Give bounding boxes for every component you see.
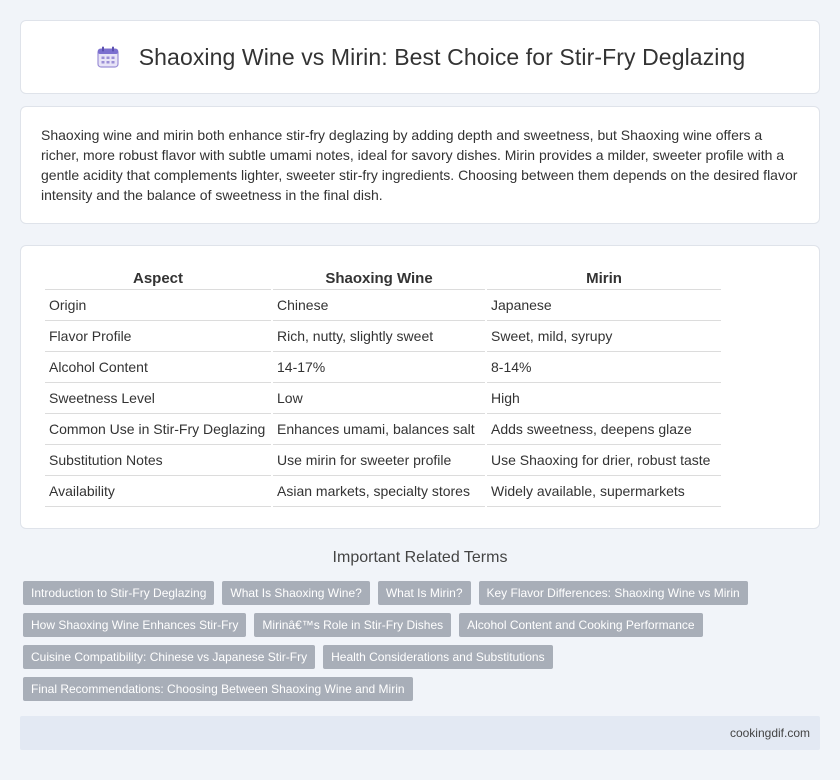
- cell-mirin: Japanese: [487, 290, 721, 321]
- page-title: Shaoxing Wine vs Mirin: Best Choice for …: [138, 43, 746, 70]
- related-terms-tags: Introduction to Stir-Fry Deglazing What …: [23, 581, 823, 709]
- header-mirin: Mirin: [487, 268, 721, 290]
- tag-link[interactable]: What Is Mirin?: [377, 581, 471, 605]
- tag-link[interactable]: Alcohol Content and Cooking Performance: [459, 613, 703, 637]
- cell-shaoxing: Enhances umami, balances salt: [273, 414, 485, 445]
- footer: cookingdif.com: [20, 716, 820, 750]
- cell-aspect: Sweetness Level: [45, 383, 271, 414]
- cell-aspect: Origin: [45, 290, 271, 321]
- cell-shaoxing: Low: [273, 383, 485, 414]
- tag-link[interactable]: Mirinâ€™s Role in Stir-Fry Dishes: [254, 613, 452, 637]
- intro-paragraph: Shaoxing wine and mirin both enhance sti…: [41, 127, 798, 203]
- cell-mirin: Sweet, mild, syrupy: [487, 321, 721, 352]
- tag-link[interactable]: What Is Shaoxing Wine?: [222, 581, 370, 605]
- table-row: Availability Asian markets, specialty st…: [45, 476, 721, 507]
- tag-row: Cuisine Compatibility: Chinese vs Japane…: [23, 645, 823, 669]
- table-row: Common Use in Stir-Fry Deglazing Enhance…: [45, 414, 721, 445]
- comparison-table: Aspect Shaoxing Wine Mirin Origin Chines…: [43, 268, 723, 507]
- tag-row: Final Recommendations: Choosing Between …: [23, 677, 823, 701]
- tag-link[interactable]: How Shaoxing Wine Enhances Stir-Fry: [23, 613, 247, 637]
- cell-mirin: Use Shaoxing for drier, robust taste: [487, 445, 721, 476]
- cell-mirin: High: [487, 383, 721, 414]
- tag-row: Introduction to Stir-Fry Deglazing What …: [23, 581, 823, 605]
- header-aspect: Aspect: [45, 268, 271, 290]
- cell-mirin: Widely available, supermarkets: [487, 476, 721, 507]
- cell-shaoxing: Asian markets, specialty stores: [273, 476, 485, 507]
- tag-row: How Shaoxing Wine Enhances Stir-Fry Miri…: [23, 613, 823, 637]
- cell-aspect: Common Use in Stir-Fry Deglazing: [45, 414, 271, 445]
- cell-aspect: Availability: [45, 476, 271, 507]
- table-row: Origin Chinese Japanese: [45, 290, 721, 321]
- tag-link[interactable]: Key Flavor Differences: Shaoxing Wine vs…: [478, 581, 748, 605]
- tag-link[interactable]: Cuisine Compatibility: Chinese vs Japane…: [23, 645, 316, 669]
- cell-aspect: Alcohol Content: [45, 352, 271, 383]
- tag-link[interactable]: Introduction to Stir-Fry Deglazing: [23, 581, 215, 605]
- cell-shaoxing: Chinese: [273, 290, 485, 321]
- cell-shaoxing: Use mirin for sweeter profile: [273, 445, 485, 476]
- header-card: Shaoxing Wine vs Mirin: Best Choice for …: [20, 20, 820, 94]
- tag-link[interactable]: Final Recommendations: Choosing Between …: [23, 677, 413, 701]
- table-row: Alcohol Content 14-17% 8-14%: [45, 352, 721, 383]
- related-terms-title: Important Related Terms: [332, 549, 508, 566]
- header-shaoxing: Shaoxing Wine: [273, 268, 485, 290]
- intro-card: Shaoxing wine and mirin both enhance sti…: [20, 106, 820, 224]
- table-header-row: Aspect Shaoxing Wine Mirin: [45, 268, 721, 290]
- tag-link[interactable]: Health Considerations and Substitutions: [323, 645, 553, 669]
- cell-shaoxing: 14-17%: [273, 352, 485, 383]
- table-row: Flavor Profile Rich, nutty, slightly swe…: [45, 321, 721, 352]
- title-wrap: Shaoxing Wine vs Mirin: Best Choice for …: [95, 44, 746, 71]
- calendar-icon: [95, 44, 121, 70]
- cell-aspect: Substitution Notes: [45, 445, 271, 476]
- comparison-table-card: Aspect Shaoxing Wine Mirin Origin Chines…: [20, 245, 820, 529]
- table-row: Substitution Notes Use mirin for sweeter…: [45, 445, 721, 476]
- table-row: Sweetness Level Low High: [45, 383, 721, 414]
- cell-aspect: Flavor Profile: [45, 321, 271, 352]
- cell-mirin: 8-14%: [487, 352, 721, 383]
- cell-mirin: Adds sweetness, deepens glaze: [487, 414, 721, 445]
- footer-site-link[interactable]: cookingdif.com: [730, 726, 810, 740]
- cell-shaoxing: Rich, nutty, slightly sweet: [273, 321, 485, 352]
